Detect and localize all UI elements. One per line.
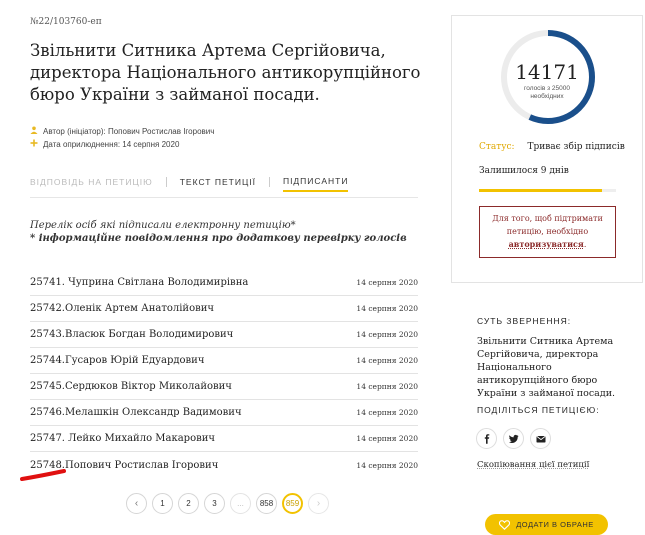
list-item: 25744.Гусаров Юрій Едуардович 14 серпня … bbox=[30, 348, 418, 374]
facebook-share-button[interactable] bbox=[476, 428, 497, 449]
user-icon bbox=[30, 126, 38, 136]
facebook-icon bbox=[484, 433, 489, 444]
votes-target-line2: необхідних bbox=[530, 93, 564, 100]
email-share-button[interactable] bbox=[530, 428, 551, 449]
favorites-label: ДОДАТИ В ОБРАНЕ bbox=[516, 520, 594, 529]
list-item: 25743.Власюк Богдан Володимирович 14 сер… bbox=[30, 322, 418, 348]
list-item: 25742.Оленік Артем Анатолійович 14 серпн… bbox=[30, 296, 418, 322]
signer-date: 14 серпня 2020 bbox=[356, 460, 418, 470]
signer-name: 25745.Сердюков Віктор Миколайович bbox=[30, 381, 232, 392]
next-page-button[interactable]: › bbox=[308, 493, 329, 514]
prev-page-button[interactable]: ‹ bbox=[126, 493, 147, 514]
twitter-share-button[interactable] bbox=[503, 428, 524, 449]
pagination: ‹ 1 2 3 ... 858 859 › bbox=[126, 493, 329, 514]
login-link[interactable]: авторизуватися bbox=[509, 239, 584, 249]
tab-answer[interactable]: ВІДПОВІДЬ НА ПЕТИЦІЮ bbox=[30, 177, 153, 191]
plus-icon bbox=[30, 139, 38, 149]
email-icon bbox=[536, 435, 545, 442]
page-button-1[interactable]: 1 bbox=[152, 493, 173, 514]
signer-date: 14 серпня 2020 bbox=[356, 330, 418, 339]
signer-date: 14 серпня 2020 bbox=[356, 278, 418, 287]
signer-name: 25741. Чуприна Світлана Володимирівна bbox=[30, 277, 249, 288]
list-item: 25745.Сердюков Віктор Миколайович 14 сер… bbox=[30, 374, 418, 400]
signer-name: 25747. Лейко Михайло Макарович bbox=[30, 433, 216, 444]
signer-date: 14 серпня 2020 bbox=[356, 356, 418, 365]
tab-divider bbox=[165, 177, 167, 187]
page-button-3[interactable]: 3 bbox=[204, 493, 225, 514]
essence-text: Звільнити Ситника Артема Сергійовича, ди… bbox=[477, 336, 616, 399]
auth-notice: Для того, щоб підтримати петицію, необхі… bbox=[479, 206, 616, 258]
share-buttons bbox=[476, 428, 551, 449]
verification-note: * інформаційне повідомлення про додатков… bbox=[30, 233, 407, 244]
status-label: Статус: bbox=[479, 142, 515, 152]
signers-note: Перелік осіб які підписали електронну пе… bbox=[30, 220, 296, 231]
petition-status-card: 14171 голосів з 25000 необхідних Статус:… bbox=[451, 15, 643, 283]
votes-target: голосів з 25000 необхідних bbox=[452, 85, 642, 101]
signer-name: 25746.Мелашкін Олександр Вадимович bbox=[30, 407, 242, 418]
signer-name: 25742.Оленік Артем Анатолійович bbox=[30, 303, 215, 314]
auth-text: Для того, щоб підтримати петицію, необхі… bbox=[492, 214, 603, 236]
page-button-2[interactable]: 2 bbox=[178, 493, 199, 514]
essence-heading: СУТЬ ЗВЕРНЕННЯ: bbox=[477, 316, 572, 326]
petition-number: №22/103760-еп bbox=[30, 17, 102, 27]
signer-date: 14 серпня 2020 bbox=[356, 434, 418, 443]
signer-date: 14 серпня 2020 bbox=[356, 382, 418, 391]
page-button-current[interactable]: 859 bbox=[282, 493, 303, 514]
time-progress-bar bbox=[479, 189, 616, 192]
time-progress-fill bbox=[479, 189, 603, 192]
signers-list: 25741. Чуприна Світлана Володимирівна 14… bbox=[30, 270, 418, 478]
list-item: 25741. Чуприна Світлана Володимирівна 14… bbox=[30, 270, 418, 296]
signer-date: 14 серпня 2020 bbox=[356, 304, 418, 313]
votes-target-line1: голосів з 25000 bbox=[524, 85, 570, 92]
list-item: 25746.Мелашкін Олександр Вадимович 14 се… bbox=[30, 400, 418, 426]
twitter-icon bbox=[508, 434, 519, 443]
status-row: Статус: Триває збір підписів bbox=[479, 142, 625, 152]
add-to-favorites-button[interactable]: ДОДАТИ В ОБРАНЕ bbox=[485, 514, 608, 535]
status-value: Триває збір підписів bbox=[527, 142, 625, 152]
share-heading: ПОДІЛІТЬСЯ ПЕТИЦІЄЮ: bbox=[477, 405, 600, 415]
page-ellipsis: ... bbox=[230, 493, 251, 514]
tabs-underline bbox=[30, 197, 418, 198]
red-highlight-mark bbox=[20, 469, 66, 481]
date-text: Дата оприлюднення: 14 серпня 2020 bbox=[43, 139, 180, 149]
petition-title: Звільнити Ситника Артема Сергійовича, ди… bbox=[30, 41, 421, 104]
petition-tabs: ВІДПОВІДЬ НА ПЕТИЦІЮ ТЕКСТ ПЕТИЦІЇ ПІДПИ… bbox=[30, 176, 349, 192]
tab-divider bbox=[268, 177, 270, 187]
days-remaining: Залишилося 9 днів bbox=[479, 166, 569, 176]
heart-icon bbox=[499, 519, 511, 530]
votes-count: 14171 bbox=[515, 60, 579, 84]
signer-date: 14 серпня 2020 bbox=[356, 408, 418, 417]
list-item: 25748.Попович Ростислав Ігорович 14 серп… bbox=[30, 452, 418, 478]
page-button-858[interactable]: 858 bbox=[256, 493, 277, 514]
tab-petition-text[interactable]: ТЕКСТ ПЕТИЦІЇ bbox=[180, 177, 256, 191]
signer-name: 25744.Гусаров Юрій Едуардович bbox=[30, 355, 205, 366]
list-item: 25747. Лейко Михайло Макарович 14 серпня… bbox=[30, 426, 418, 452]
tab-signers[interactable]: ПІДПИСАНТИ bbox=[282, 176, 349, 192]
author-text: Автор (ініціатор): Попович Ростислав Іго… bbox=[43, 126, 215, 136]
signer-name: 25743.Власюк Богдан Володимирович bbox=[30, 329, 234, 340]
auth-suffix: . bbox=[583, 240, 587, 249]
date-row: Дата оприлюднення: 14 серпня 2020 bbox=[30, 139, 179, 149]
author-row: Автор (ініціатор): Попович Ростислав Іго… bbox=[30, 126, 214, 136]
copy-petition-link[interactable]: Скопіювання цієї петиції bbox=[477, 460, 589, 470]
